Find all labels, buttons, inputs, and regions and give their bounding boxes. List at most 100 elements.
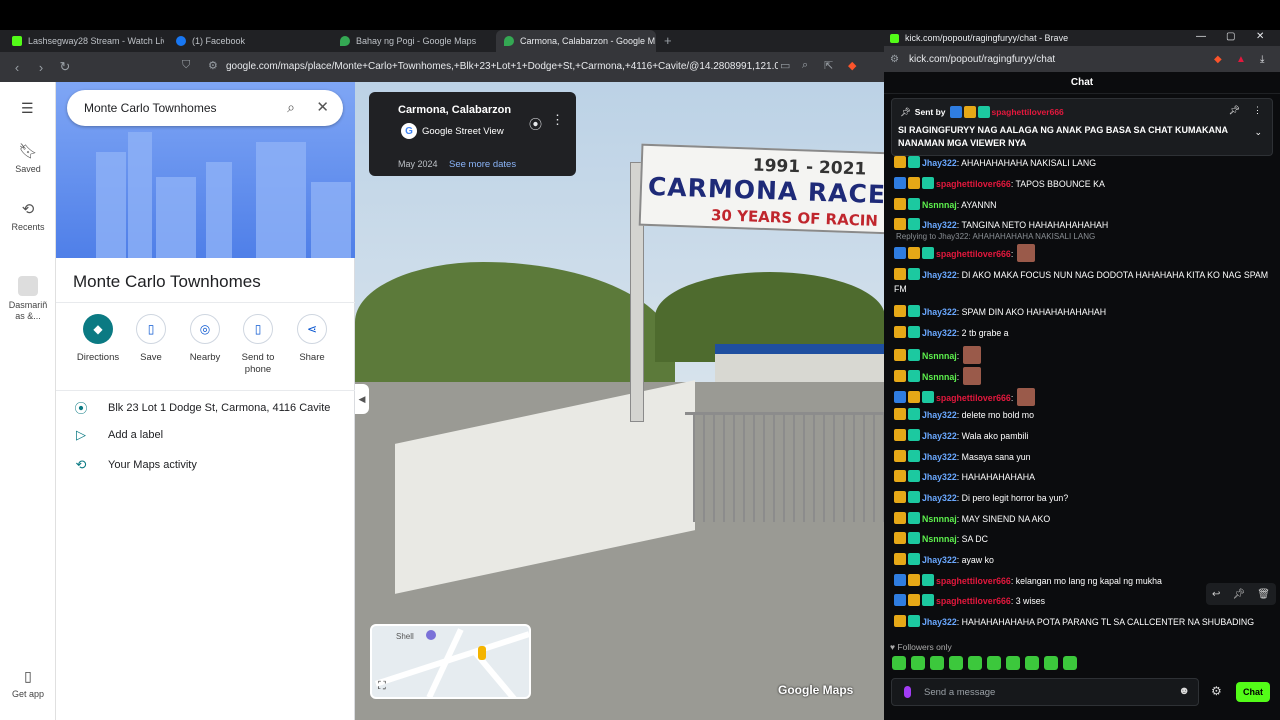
search-icon[interactable]: ⌕ xyxy=(287,99,295,116)
save-button[interactable]: ▯ Save xyxy=(124,314,178,363)
search-box[interactable]: Monte Carlo Townhomes ⌕ ✕ xyxy=(67,90,343,126)
delete-icon[interactable]: 🗑︎ xyxy=(1257,589,1270,600)
chat-message[interactable]: Nsnnnaj: xyxy=(894,346,1274,364)
back-icon[interactable]: ‹ xyxy=(10,60,24,75)
chat-message[interactable]: Jhay322: 2 tb grabe a xyxy=(894,326,1274,340)
reload-icon[interactable]: ↻ xyxy=(58,59,72,75)
emote-icon[interactable] xyxy=(892,656,906,670)
emote-icon[interactable] xyxy=(1025,656,1039,670)
username[interactable]: spaghettilover666 xyxy=(936,393,1011,403)
bookmark-icon[interactable]: ⛉ xyxy=(182,59,190,72)
chat-message[interactable]: spaghettilover666: xyxy=(894,244,1274,262)
send-chat-button[interactable]: Chat xyxy=(1236,682,1270,702)
username[interactable]: Jhay322 xyxy=(922,472,957,482)
rail-saved[interactable]: 🔖︎ Saved xyxy=(0,142,56,174)
username[interactable]: spaghettilover666 xyxy=(936,576,1011,586)
emote-icon[interactable] xyxy=(911,656,925,670)
username[interactable]: spaghettilover666 xyxy=(936,179,1011,189)
zoom-icon[interactable]: ⌕ xyxy=(802,59,808,72)
username[interactable]: Nsnnnaj xyxy=(922,200,957,210)
chat-message[interactable]: Jhay322: HAHAHAHAHAHA POTA PARANG TL SA … xyxy=(894,615,1274,629)
chat-message[interactable]: Jhay322: SPAM DIN AKO HAHAHAHAHAHAH xyxy=(894,305,1274,319)
popout-url[interactable]: kick.com/popout/ragingfuryy/chat xyxy=(909,54,1055,65)
chat-message[interactable]: Jhay322: Wala ako pambili xyxy=(894,429,1274,443)
username[interactable]: Nsnnnaj xyxy=(922,534,957,544)
brave-shield-icon[interactable]: ◆ xyxy=(848,59,856,72)
tab-kick-stream[interactable]: Lashsegway28 Stream - Watch Live o xyxy=(4,30,164,52)
username[interactable]: Jhay322 xyxy=(922,452,957,462)
url-field[interactable]: google.com/maps/place/Monte+Carlo+Townho… xyxy=(226,58,778,76)
site-info-icon[interactable]: ⚙ xyxy=(208,59,218,72)
more-options-icon[interactable]: ⋮ xyxy=(1253,105,1262,116)
collapse-panel-button[interactable]: ◀ xyxy=(355,384,369,414)
site-info-icon[interactable]: ⚙ xyxy=(890,54,899,65)
directions-button[interactable]: ◆ Directions xyxy=(71,314,125,363)
close-icon[interactable]: ✕ xyxy=(1256,31,1264,42)
chat-message[interactable]: Jhay322: Di pero legit horror ba yun? xyxy=(894,491,1274,505)
download-icon[interactable]: ⤓ xyxy=(1260,54,1264,65)
new-tab-icon[interactable]: + xyxy=(664,33,672,48)
chat-message[interactable]: Nsnnnaj: SA DC xyxy=(894,532,1274,546)
message-input[interactable]: Send a message ☻ xyxy=(891,678,1199,706)
emote-icon[interactable] xyxy=(949,656,963,670)
microphone-icon[interactable] xyxy=(904,686,911,698)
cast-icon[interactable]: ▭ xyxy=(780,59,790,72)
send-to-phone-button[interactable]: ▯ Send to phone xyxy=(231,314,285,376)
chat-message[interactable]: Nsnnnaj: MAY SINEND NA AKO xyxy=(894,512,1274,526)
emoji-icon[interactable]: ☻ xyxy=(1178,685,1190,697)
see-more-dates-link[interactable]: See more dates xyxy=(449,159,516,170)
rail-dasmarinas[interactable]: Dasmariñ as &... xyxy=(0,276,56,322)
username[interactable]: Jhay322 xyxy=(922,493,957,503)
add-label-row[interactable]: ▷ Add a label xyxy=(74,427,163,443)
username[interactable]: Jhay322 xyxy=(922,270,957,280)
username[interactable]: Jhay322 xyxy=(922,307,957,317)
minimize-icon[interactable]: — xyxy=(1196,31,1206,42)
forward-icon[interactable]: › xyxy=(34,60,48,75)
mini-map[interactable]: Shell ⛶ xyxy=(370,624,531,699)
rail-recents[interactable]: ⟲ Recents xyxy=(0,200,56,232)
tab-bahay-maps[interactable]: Bahay ng Pogi - Google Maps xyxy=(332,30,492,52)
chat-message[interactable]: Jhay322: TANGINA NETO HAHAHAHAHAHAH xyxy=(894,218,1274,232)
username[interactable]: Nsnnnaj xyxy=(922,514,957,524)
brave-shield-icon[interactable]: ◆ xyxy=(1214,54,1222,65)
username[interactable]: Jhay322 xyxy=(922,410,957,420)
username[interactable]: Jhay322 xyxy=(922,431,957,441)
username[interactable]: Jhay322 xyxy=(922,328,957,338)
unpin-icon[interactable]: 📌︎ xyxy=(1229,105,1240,116)
emote-icon[interactable] xyxy=(987,656,1001,670)
location-pin-icon[interactable]: ⦿ xyxy=(529,114,542,133)
emote-icon[interactable] xyxy=(1063,656,1077,670)
pin-icon[interactable]: 📌︎ xyxy=(1232,589,1245,600)
extension-icon[interactable]: ▲ xyxy=(1236,54,1246,65)
chat-message[interactable]: Jhay322: Masaya sana yun xyxy=(894,450,1274,464)
menu-icon[interactable]: ☰ xyxy=(21,100,34,117)
chat-message[interactable]: Nsnnnaj: xyxy=(894,367,1274,385)
emote-icon[interactable] xyxy=(930,656,944,670)
gear-icon[interactable]: ⚙ xyxy=(1211,684,1222,698)
chat-message[interactable]: Jhay322: AHAHAHAHAHA NAKISALI LANG xyxy=(894,156,1274,170)
maps-activity-row[interactable]: ⟲ Your Maps activity xyxy=(74,457,197,473)
username[interactable]: spaghettilover666 xyxy=(992,107,1064,117)
pegman-icon[interactable] xyxy=(478,646,486,660)
chat-message[interactable]: Jhay322: DI AKO MAKA FOCUS NUN NAG DODOT… xyxy=(894,268,1274,296)
username[interactable]: spaghettilover666 xyxy=(936,249,1011,259)
username[interactable]: Nsnnnaj xyxy=(922,372,957,382)
emote-icon[interactable] xyxy=(968,656,982,670)
chat-message[interactable]: spaghettilover666: TAPOS BBOUNCE KA xyxy=(894,177,1274,191)
expand-icon[interactable]: ⛶ xyxy=(378,680,386,693)
chat-message[interactable]: Jhay322: HAHAHAHAHAHA xyxy=(894,470,1274,484)
chat-message[interactable]: spaghettilover666: xyxy=(894,388,1274,406)
nearby-button[interactable]: ◎ Nearby xyxy=(178,314,232,363)
share-button[interactable]: ⋖ Share xyxy=(285,314,339,363)
chat-message[interactable]: Jhay322: ayaw ko xyxy=(894,553,1274,567)
pinned-message[interactable]: 📌︎ Sent by spaghettilover666 📌︎ ⋮ ⌄ SI R… xyxy=(891,98,1273,156)
chevron-down-icon[interactable]: ⌄ xyxy=(1254,127,1262,138)
search-input[interactable]: Monte Carlo Townhomes xyxy=(84,101,217,115)
more-options-icon[interactable]: ⋮ xyxy=(551,112,564,128)
emote-icon[interactable] xyxy=(1044,656,1058,670)
username[interactable]: Jhay322 xyxy=(922,555,957,565)
rail-get-app[interactable]: ▯ Get app xyxy=(0,668,56,699)
username[interactable]: Jhay322 xyxy=(922,158,957,168)
tab-facebook[interactable]: (1) Facebook xyxy=(168,30,328,52)
username[interactable]: spaghettilover666 xyxy=(936,596,1011,606)
